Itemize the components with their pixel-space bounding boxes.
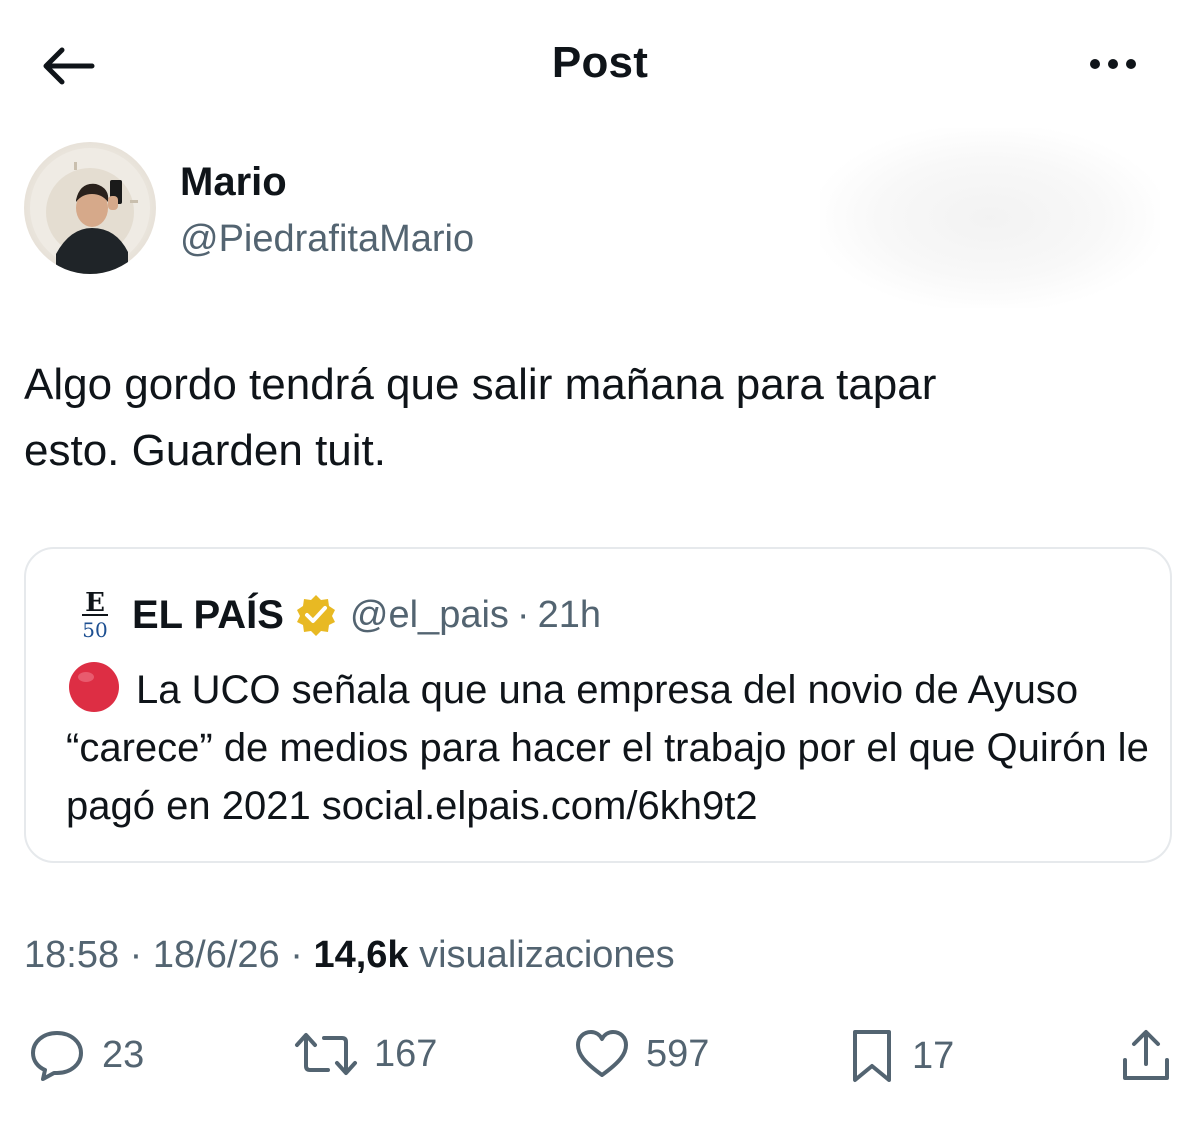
separator-dot: ·	[516, 593, 530, 636]
like-button[interactable]: 597	[574, 1028, 709, 1080]
share-button[interactable]	[1118, 1028, 1174, 1084]
el-pais-logo-icon: E 50	[82, 588, 108, 642]
author-handle[interactable]: @PiedrafitaMario	[180, 218, 474, 261]
avatar[interactable]	[24, 142, 156, 274]
author-name[interactable]: Mario	[180, 160, 287, 205]
views-count[interactable]: 14,6k	[313, 934, 408, 976]
action-bar: 23 167 597 17	[0, 1010, 1200, 1100]
quoted-post-text: La UCO señala que una empresa del novio …	[66, 659, 1156, 835]
top-bar: Post	[0, 0, 1200, 128]
bookmark-count: 17	[912, 1034, 955, 1077]
repost-icon	[295, 1033, 357, 1075]
post-date: 18/6/26	[152, 934, 280, 976]
quoted-post-body: La UCO señala que una empresa del novio …	[66, 668, 1149, 828]
bookmark-button[interactable]: 17	[848, 1028, 954, 1084]
share-icon	[1123, 1030, 1169, 1080]
red-circle-emoji-icon	[69, 662, 119, 712]
page-title: Post	[551, 38, 649, 87]
blurred-region	[820, 128, 1160, 308]
quoted-post-card[interactable]: E 50 EL PAÍS @el_pais · 21h La UCO señal…	[24, 547, 1172, 863]
heart-icon	[576, 1030, 628, 1077]
more-dots-icon	[1090, 59, 1100, 69]
post-text: Algo gordo tendrá que salir mañana para …	[24, 360, 937, 475]
reply-icon	[31, 1031, 83, 1081]
repost-count: 167	[374, 1032, 438, 1075]
views-label: visualizaciones	[419, 934, 675, 976]
separator-dot: ·	[279, 934, 314, 976]
post-time: 18:58	[24, 934, 120, 976]
quoted-author-name[interactable]: EL PAÍS	[132, 593, 284, 638]
post-meta: 18:58 · 18/6/26 · 14,6k visualizaciones	[24, 934, 675, 977]
verified-badge-icon	[294, 593, 338, 637]
bookmark-icon	[853, 1030, 891, 1082]
like-count: 597	[646, 1032, 710, 1075]
separator-dot: ·	[119, 934, 153, 976]
post-author: Mario @PiedrafitaMario	[24, 142, 784, 282]
repost-button[interactable]: 167	[294, 1028, 437, 1080]
reply-button[interactable]: 23	[28, 1028, 144, 1082]
quoted-post-time: 21h	[537, 593, 601, 636]
quoted-post-header: E 50 EL PAÍS @el_pais · 21h	[76, 585, 601, 645]
more-options-button[interactable]	[1078, 38, 1148, 90]
reply-count: 23	[102, 1033, 145, 1076]
quoted-author-handle[interactable]: @el_pais	[350, 594, 509, 637]
svg-text:E: E	[85, 588, 105, 618]
svg-text:50: 50	[82, 618, 107, 642]
